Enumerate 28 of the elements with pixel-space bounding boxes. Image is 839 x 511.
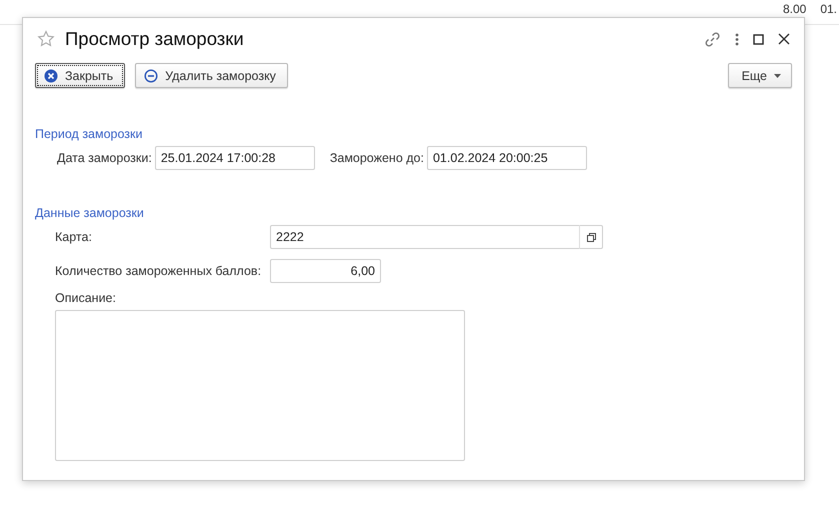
delete-button[interactable]: Удалить заморозку [135, 63, 288, 88]
star-icon[interactable] [37, 30, 55, 48]
field-label: Заморожено до: [330, 151, 424, 165]
date-field[interactable]: 01.02.2024 20:00:25 [426, 146, 587, 170]
field-label: Количество замороженных баллов: [55, 264, 262, 278]
field-value: 2222 [276, 230, 304, 244]
maximize-icon[interactable] [753, 34, 764, 44]
section-title: Данные заморозки [35, 206, 145, 220]
window-title: Просмотр заморозки [65, 28, 245, 50]
open-window-icon[interactable] [586, 232, 596, 242]
grid-cell: 01. [820, 3, 837, 16]
description-field[interactable] [55, 310, 465, 461]
date-field[interactable]: 25.01.2024 17:00:28 [154, 146, 315, 170]
field-label: Дата заморозки: [57, 151, 152, 165]
close-icon[interactable] [778, 33, 790, 45]
section-title: Период заморозки [35, 127, 144, 141]
grid-cell: 8.00 [782, 3, 806, 16]
more-button[interactable]: Еще [728, 63, 792, 88]
link-icon[interactable] [704, 30, 721, 48]
field-label: Карта: [55, 230, 92, 244]
field-label: Описание: [55, 291, 116, 305]
close-button[interactable]: Закрыть [35, 63, 126, 88]
caret-icon [774, 74, 781, 78]
card-field[interactable]: 2222 [270, 225, 603, 249]
more-options-icon[interactable] [735, 32, 739, 46]
points-field[interactable]: 6,00 [270, 259, 381, 283]
cancel-icon [44, 68, 58, 82]
minus-circle-icon [144, 68, 158, 82]
